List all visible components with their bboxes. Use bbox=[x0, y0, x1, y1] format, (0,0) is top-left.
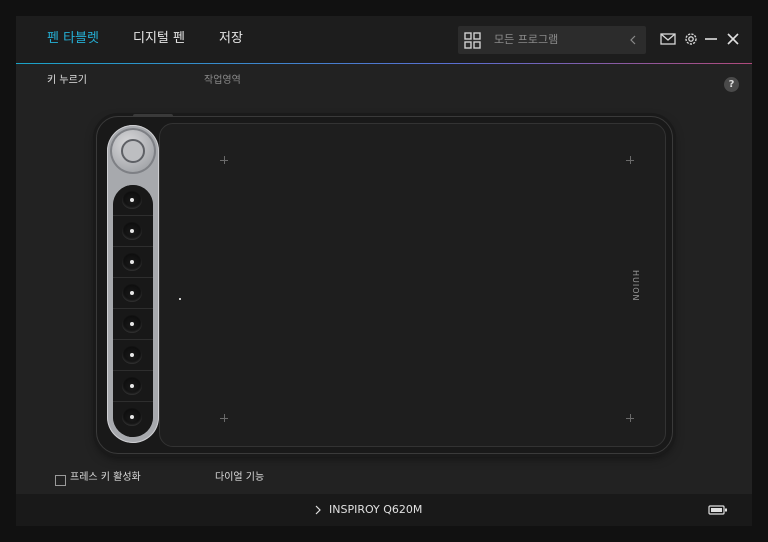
footer-device-bar: INSPIROY Q620M bbox=[16, 494, 752, 526]
tab-save[interactable]: 저장 bbox=[219, 30, 243, 48]
express-key-7[interactable] bbox=[113, 371, 153, 402]
program-selector[interactable]: 모든 프로그램 bbox=[458, 26, 646, 54]
header-accent-line bbox=[16, 63, 752, 64]
dial-center bbox=[121, 139, 145, 163]
tablet-edge bbox=[133, 114, 173, 117]
corner-marker-bottom-left bbox=[220, 414, 228, 422]
chevron-left-icon[interactable] bbox=[628, 34, 638, 46]
mail-icon[interactable] bbox=[659, 30, 677, 48]
subtab-key-press[interactable]: 키 누르기 bbox=[47, 74, 87, 88]
express-keys bbox=[113, 185, 153, 437]
corner-marker-top-left bbox=[220, 156, 228, 164]
express-key-3[interactable] bbox=[113, 247, 153, 278]
express-key-strip bbox=[107, 125, 159, 443]
gear-icon[interactable] bbox=[682, 30, 700, 48]
corner-marker-bottom-right bbox=[626, 414, 634, 422]
tab-digital-pen[interactable]: 디지털 펜 bbox=[133, 30, 185, 48]
close-icon[interactable] bbox=[724, 30, 742, 48]
express-key-4[interactable] bbox=[113, 278, 153, 309]
tablet-illustration: HUION bbox=[96, 114, 673, 454]
header: 펜 타블렛 디지털 펜 저장 모든 프로그램 bbox=[16, 16, 752, 64]
grid-icon bbox=[464, 32, 481, 49]
tablet-work-area: HUION bbox=[159, 123, 666, 447]
tab-pen-tablet[interactable]: 펜 타블렛 bbox=[47, 30, 99, 48]
corner-marker-top-right bbox=[626, 156, 634, 164]
chevron-right-icon[interactable] bbox=[314, 505, 322, 515]
press-key-checkbox[interactable] bbox=[55, 475, 66, 486]
express-key-6[interactable] bbox=[113, 340, 153, 371]
help-icon[interactable]: ? bbox=[724, 77, 739, 92]
express-key-1[interactable] bbox=[113, 185, 153, 216]
dial-button[interactable] bbox=[110, 128, 156, 174]
device-name[interactable]: INSPIROY Q620M bbox=[329, 503, 422, 517]
express-key-8[interactable] bbox=[113, 402, 153, 437]
press-key-label: 프레스 키 활성화 bbox=[70, 472, 141, 483]
program-selector-label: 모든 프로그램 bbox=[494, 33, 559, 46]
app-window: 펜 타블렛 디지털 펜 저장 모든 프로그램 키 누르기 작업영역 ? HUIO… bbox=[16, 16, 752, 526]
dial-function-label[interactable]: 다이얼 기능 bbox=[215, 471, 264, 485]
brand-logo: HUION bbox=[631, 270, 640, 302]
express-key-2[interactable] bbox=[113, 216, 153, 247]
battery-icon bbox=[708, 505, 727, 515]
subtab-work-area[interactable]: 작업영역 bbox=[204, 74, 241, 88]
cursor-dot bbox=[179, 298, 181, 300]
minimize-icon[interactable] bbox=[702, 30, 720, 48]
express-key-5[interactable] bbox=[113, 309, 153, 340]
